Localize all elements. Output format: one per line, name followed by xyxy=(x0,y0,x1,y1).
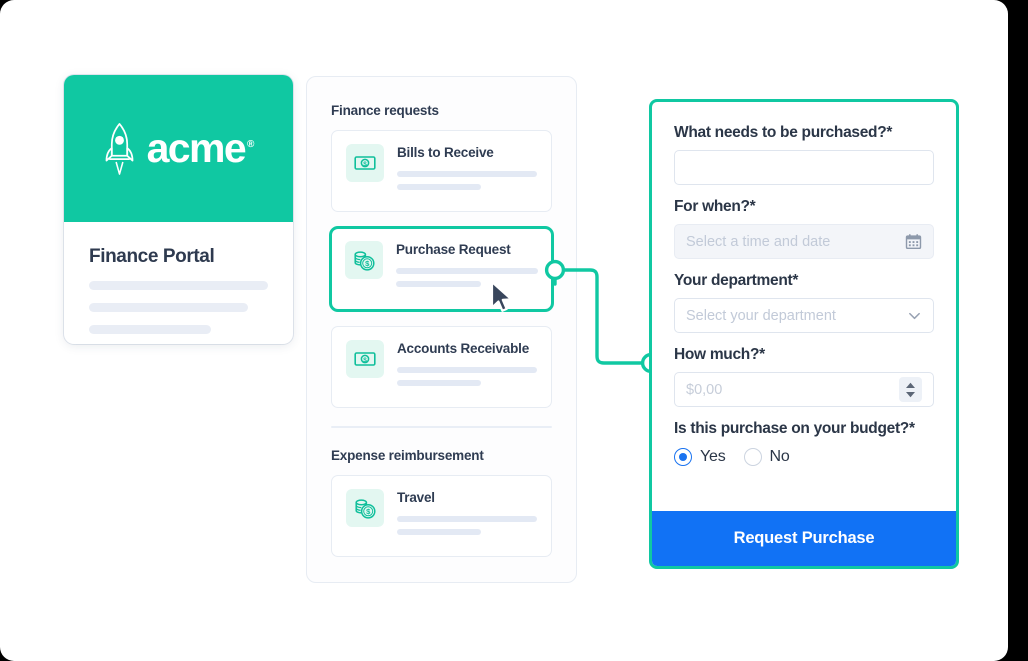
date-input-placeholder: Select a time and date xyxy=(686,233,831,250)
budget-radio-group: Yes No xyxy=(674,448,934,466)
list-item-content: Bills to Receive xyxy=(397,144,537,198)
skeleton-line xyxy=(396,281,482,287)
field-label-how-much: How much?* xyxy=(674,346,765,363)
skeleton-line xyxy=(89,303,249,312)
coins-icon: $ xyxy=(345,241,383,279)
amount-input[interactable]: $0,00 xyxy=(674,372,934,407)
field-label-what: What needs to be purchased?* xyxy=(674,124,893,141)
svg-text:$: $ xyxy=(363,357,367,364)
skeleton-line xyxy=(397,529,481,535)
list-item-content: Travel xyxy=(397,489,537,543)
list-item-bills-to-receive[interactable]: $ Bills to Receive xyxy=(331,130,552,212)
department-select[interactable]: Select your department xyxy=(674,298,934,333)
svg-text:$: $ xyxy=(363,161,367,168)
brand-wordmark: acme ® xyxy=(147,128,255,169)
banknote-icon: $ xyxy=(346,340,384,378)
list-item-label: Bills to Receive xyxy=(397,145,494,160)
department-select-placeholder: Select your department xyxy=(686,307,836,324)
section-title-finance-requests: Finance requests xyxy=(331,103,439,118)
radio-option-no[interactable]: No xyxy=(743,448,790,466)
stepper-icon[interactable] xyxy=(899,377,922,402)
finance-portal-body: Finance Portal xyxy=(64,222,293,334)
request-purchase-button[interactable]: Request Purchase xyxy=(652,511,956,566)
list-item-purchase-request[interactable]: $ Purchase Request xyxy=(329,226,554,312)
skeleton-line xyxy=(397,380,481,386)
list-item-accounts-receivable[interactable]: $ Accounts Receivable xyxy=(331,326,552,408)
radio-yes-label: Yes xyxy=(700,448,726,465)
skeleton-line xyxy=(397,171,537,177)
calendar-icon[interactable] xyxy=(905,233,922,250)
skeleton-line xyxy=(397,516,537,522)
registered-mark: ® xyxy=(247,139,255,151)
field-label-budget: Is this purchase on your budget?* xyxy=(674,420,915,437)
skeleton-line xyxy=(89,281,268,290)
brand-lockup: acme ® xyxy=(103,122,255,176)
chevron-down-icon[interactable] xyxy=(907,308,922,323)
skeleton-line xyxy=(89,325,211,334)
what-input[interactable] xyxy=(674,150,934,185)
field-label-department: Your department* xyxy=(674,272,799,289)
page-title: Finance Portal xyxy=(89,246,215,267)
stepper-up-icon[interactable] xyxy=(905,382,916,389)
radio-option-yes[interactable]: Yes xyxy=(674,448,726,466)
coins-icon: $ xyxy=(346,489,384,527)
banknote-icon: $ xyxy=(346,144,384,182)
skeleton-line xyxy=(397,184,481,190)
list-item-travel[interactable]: $ Travel xyxy=(331,475,552,557)
section-divider xyxy=(331,426,552,428)
brand-panel: acme ® xyxy=(64,75,293,222)
amount-input-placeholder: $0,00 xyxy=(686,381,723,398)
radio-no[interactable] xyxy=(743,448,762,466)
mouse-pointer-icon xyxy=(490,281,513,312)
brand-name: acme xyxy=(146,125,247,171)
radio-yes[interactable] xyxy=(674,448,692,466)
list-item-label: Travel xyxy=(397,490,435,505)
stepper-down-icon[interactable] xyxy=(905,391,916,398)
date-input[interactable]: Select a time and date xyxy=(674,224,934,259)
purchase-request-form: What needs to be purchased?* For when?* … xyxy=(649,99,959,569)
section-title-expense-reimbursement: Expense reimbursement xyxy=(331,448,484,463)
list-item-label: Accounts Receivable xyxy=(397,341,530,356)
rocket-icon xyxy=(105,122,133,175)
skeleton-line xyxy=(396,268,538,274)
finance-portal-card: acme ® Finance Portal xyxy=(64,75,293,344)
page-canvas: acme ® Finance Portal Finance requests $ … xyxy=(0,0,1008,661)
field-label-for-when: For when?* xyxy=(674,198,756,215)
connector-node-source xyxy=(544,259,566,281)
skeleton-line xyxy=(397,367,537,373)
list-item-label: Purchase Request xyxy=(396,242,511,257)
list-item-content: Accounts Receivable xyxy=(397,340,537,394)
radio-no-label: No xyxy=(769,448,790,465)
form-body: What needs to be purchased?* For when?* … xyxy=(652,102,956,511)
request-list-card: Finance requests $ Bills to Receive $ Pu… xyxy=(306,76,577,583)
